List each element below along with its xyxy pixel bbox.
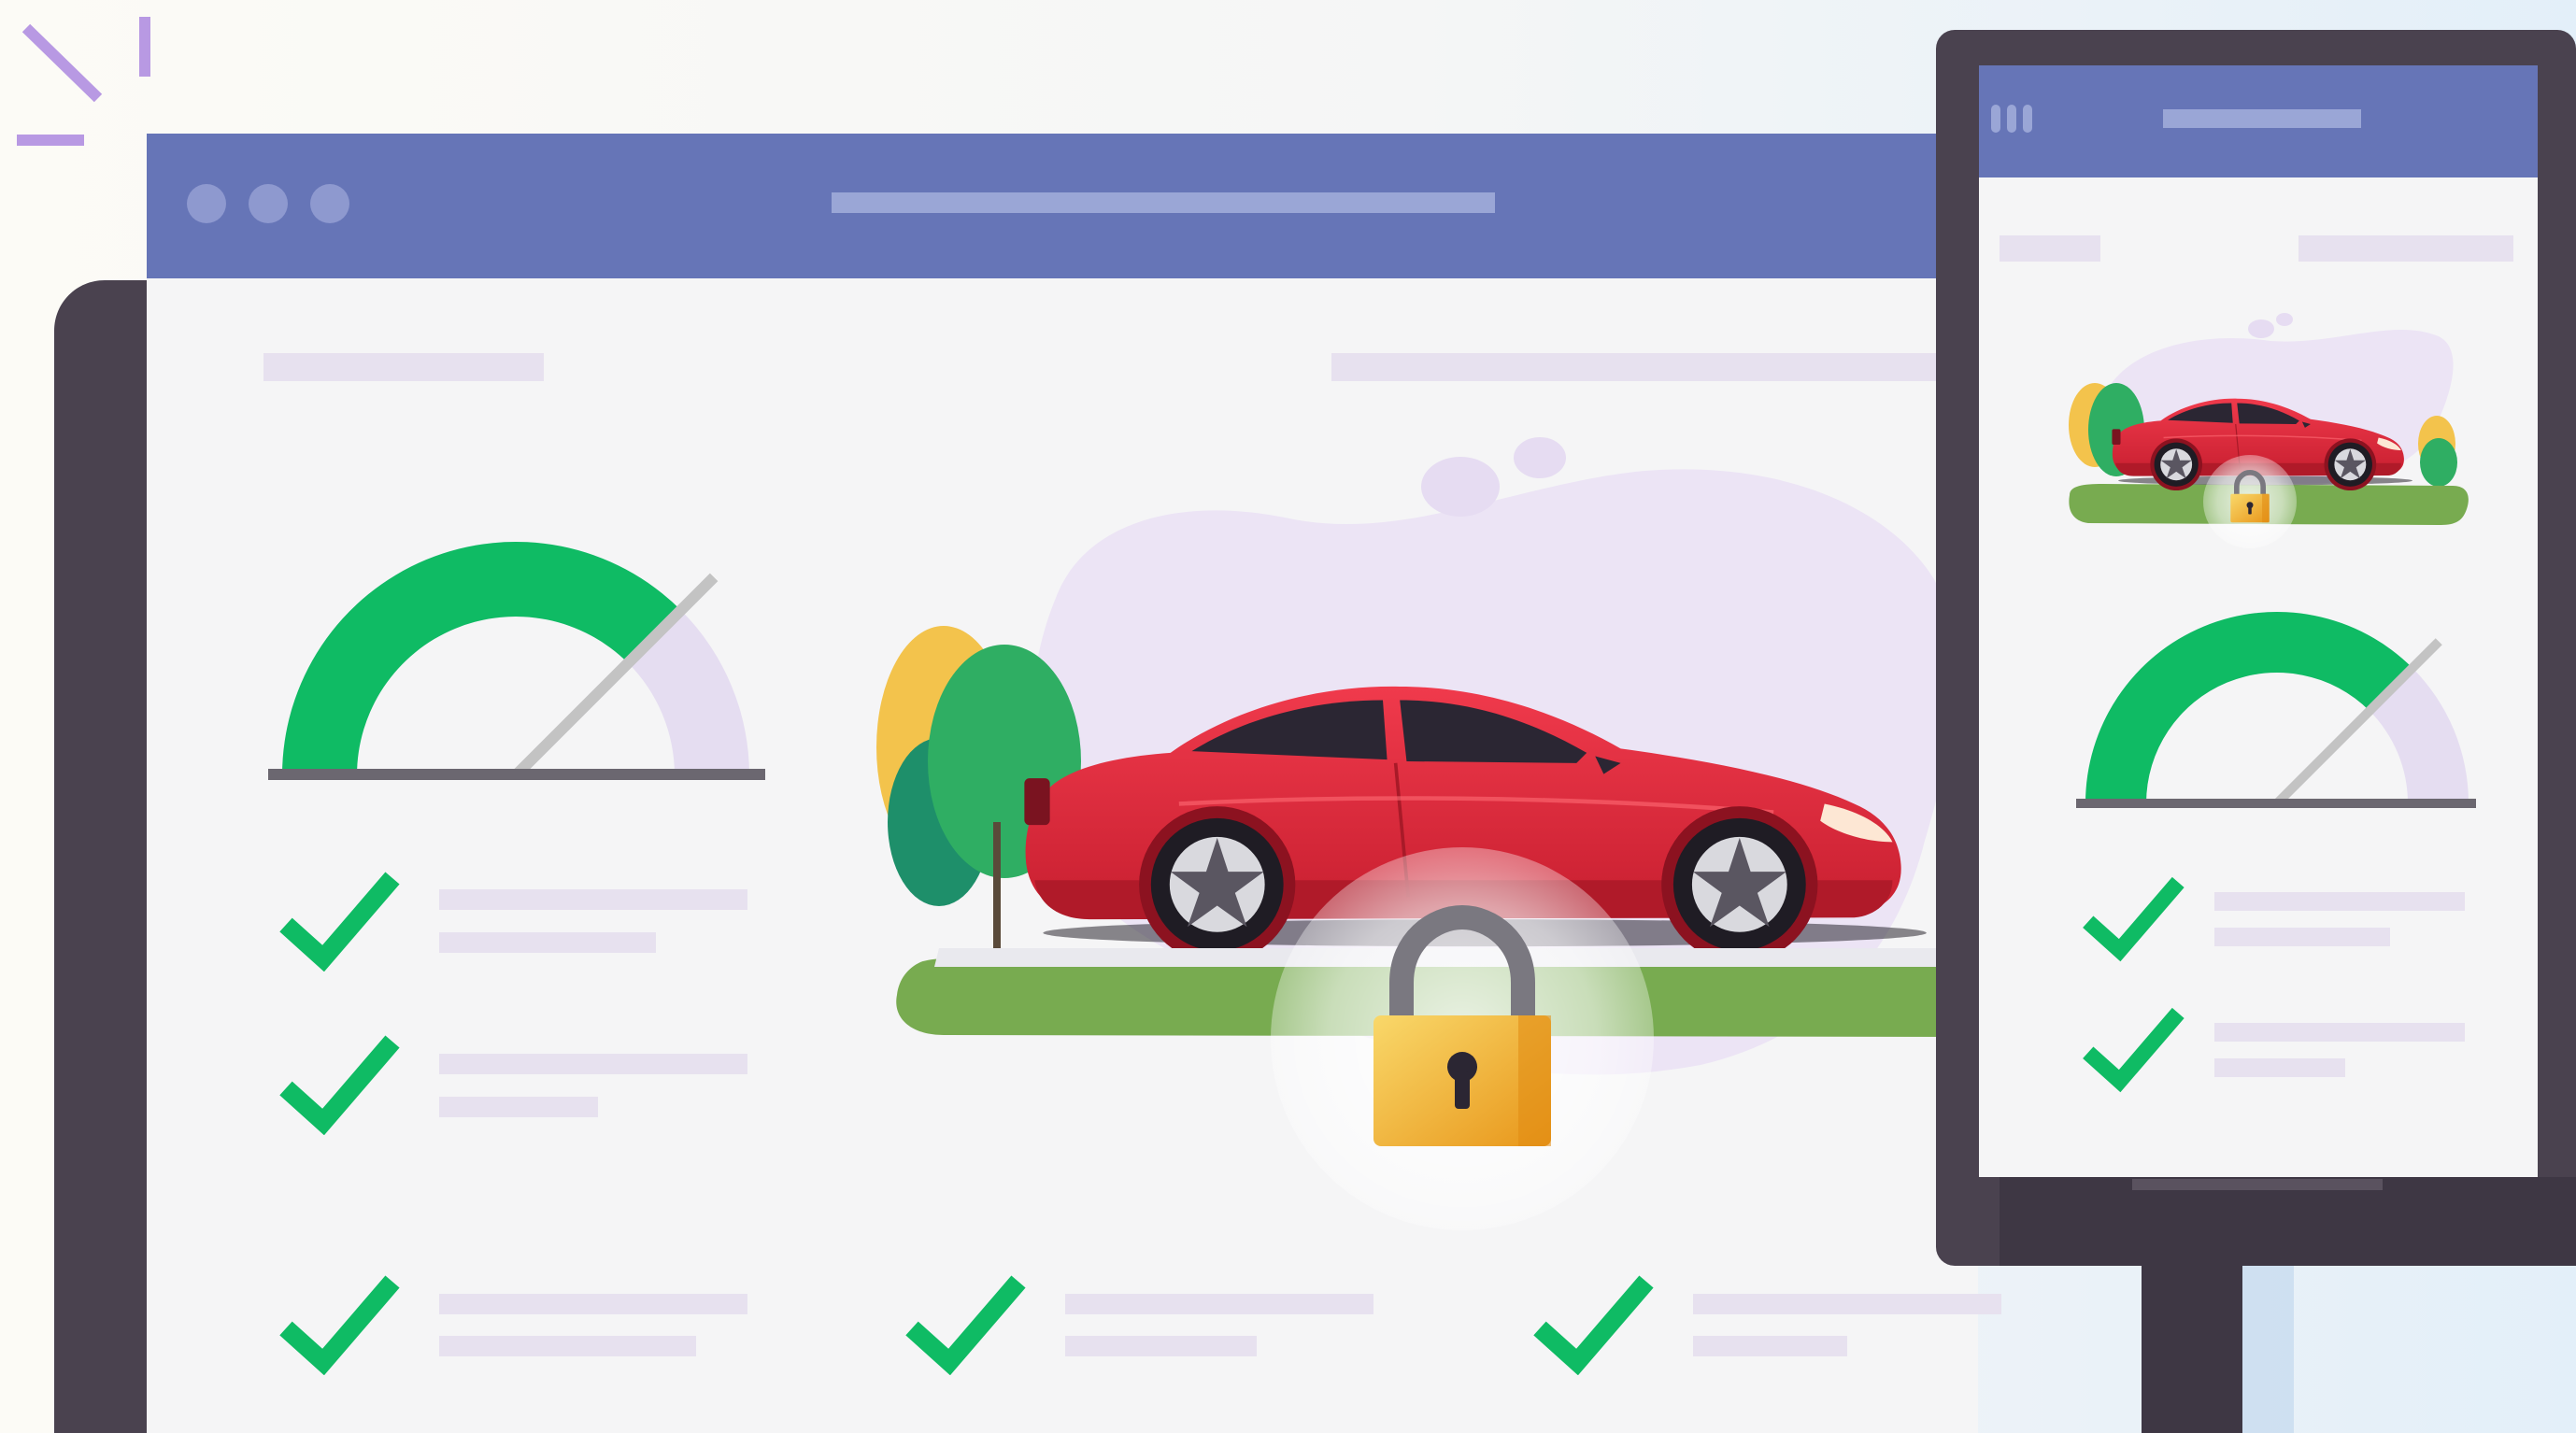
- header-link-placeholder: [1331, 353, 1985, 381]
- title-placeholder: [263, 353, 544, 381]
- address-bar-placeholder: [832, 192, 1495, 213]
- mobile-device: [1936, 30, 2576, 1433]
- desktop-monitor: [54, 134, 2001, 1433]
- device-stand: [2142, 1266, 2242, 1433]
- sparkle-burst-icon: [17, 17, 150, 146]
- device-home-bar: [2132, 1179, 2383, 1190]
- security-illustration-scene: [17, 17, 2576, 1433]
- three-dot-icon[interactable]: [1991, 105, 2032, 133]
- three-dot-icon[interactable]: [187, 184, 349, 223]
- device-title-placeholder: [2163, 109, 2361, 128]
